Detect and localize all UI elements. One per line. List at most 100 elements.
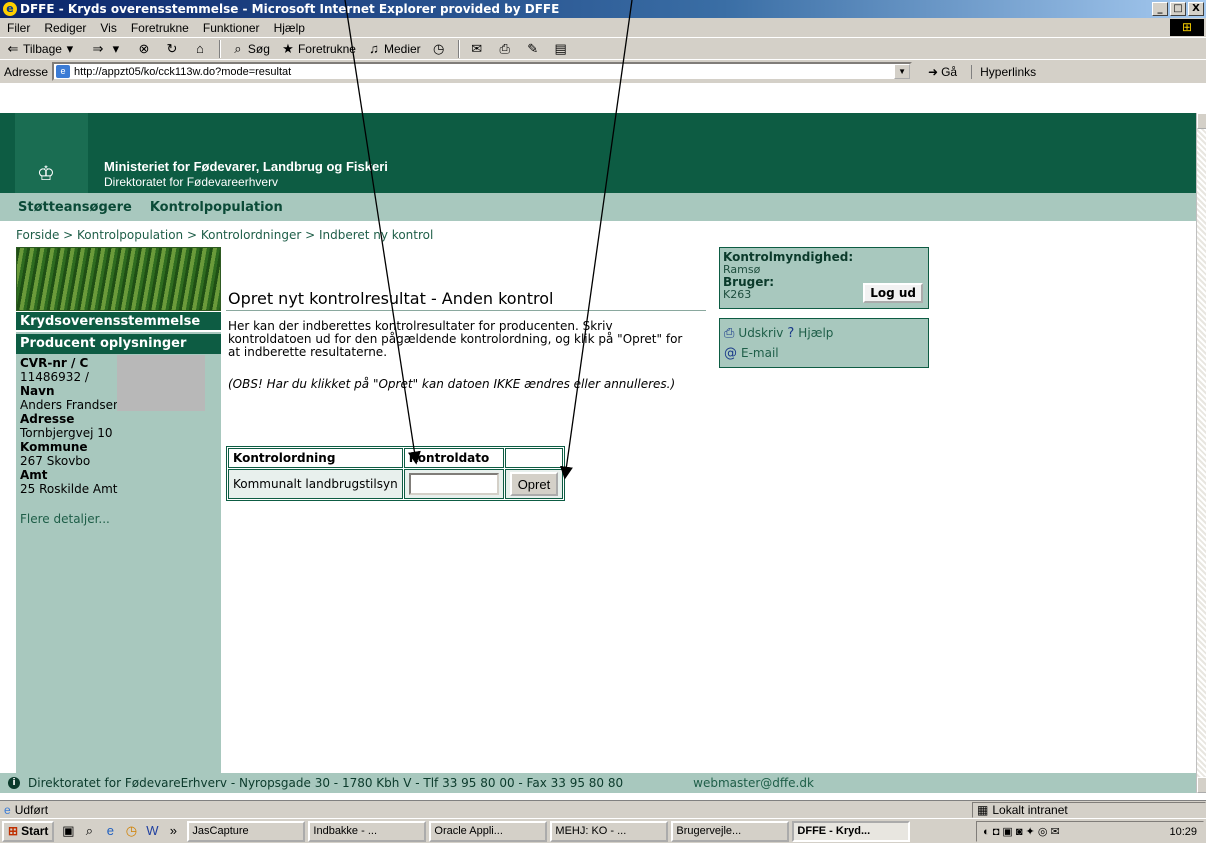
cvr-value: 11486932 / (20, 370, 89, 384)
go-button[interactable]: ➜ Gå (928, 65, 957, 79)
favorites-icon: ★ (282, 40, 294, 56)
task-button-indbakke[interactable]: Indbakke - ... (308, 820, 427, 842)
tools-row: ⎙ Udskriv ? Hjælp (724, 323, 924, 343)
browser-toolbar: ⇐ Tilbage ▾ ⇒ ▾ ⊗ ↻ ⌂ ⌕ Søg ★ Foretrukne… (0, 37, 1206, 59)
column-header-action (504, 448, 564, 468)
menu-foretrukne[interactable]: Foretrukne (124, 21, 196, 35)
media-button[interactable]: ♫ Medier (361, 39, 426, 59)
page-description: Her kan der indberettes kontrolresultate… (228, 319, 683, 359)
history-button[interactable]: ◷ (426, 39, 454, 59)
search-button[interactable]: ⌕ Søg (225, 39, 275, 59)
history-icon: ◷ (432, 40, 445, 56)
home-button[interactable]: ⌂ (187, 39, 215, 59)
system-tray: ◐ ◘ ▣ ◙ ✦ ◎ ✉ 10:29 (976, 821, 1204, 842)
more-details-link[interactable]: Flere detaljer... (20, 512, 217, 526)
ie-icon[interactable]: e (102, 823, 118, 839)
refresh-button[interactable]: ↻ (159, 39, 187, 59)
minimize-button[interactable]: _ (1152, 2, 1168, 16)
edit-icon: ✎ (527, 40, 539, 56)
vertical-scrollbar[interactable] (1196, 113, 1206, 793)
search-icon[interactable]: ⌕ (81, 823, 97, 839)
menu-rediger[interactable]: Rediger (37, 21, 93, 35)
name-label: Navn (20, 384, 55, 398)
email-link[interactable]: E-mail (741, 346, 779, 360)
edit-button[interactable]: ✎ (520, 39, 548, 59)
maximize-button[interactable]: □ (1170, 2, 1186, 16)
back-button[interactable]: ⇐ Tilbage ▾ (0, 39, 85, 59)
favorites-button[interactable]: ★ Foretrukne (275, 39, 361, 59)
mail-button[interactable]: ✉ (464, 39, 492, 59)
producer-sidebar: Krydsoverensstemmelse Producent oplysnin… (16, 312, 221, 773)
opret-button[interactable]: Opret (509, 472, 559, 496)
more-chevron[interactable]: » (165, 823, 181, 839)
close-button[interactable]: X (1188, 2, 1204, 16)
scroll-up-button[interactable] (1197, 113, 1206, 129)
links-button[interactable]: Hyperlinks (971, 64, 1036, 79)
stop-button[interactable]: ⊗ (131, 39, 159, 59)
scroll-down-button[interactable] (1197, 777, 1206, 793)
amt-value: 25 Roskilde Amt (20, 482, 118, 496)
task-button-mehj[interactable]: MEHJ: KO - ... (550, 820, 669, 842)
discuss-button[interactable]: ▤ (548, 39, 576, 59)
breadcrumb[interactable]: Forside > Kontrolpopulation > Kontrolord… (16, 228, 433, 242)
nav-kontrolpopulation[interactable]: Kontrolpopulation (150, 200, 283, 215)
address-label: Adresse (20, 412, 75, 426)
kommune-value: 267 Skovbo (20, 454, 91, 468)
zone-label: Lokalt intranet (992, 803, 1068, 817)
menu-hjaelp[interactable]: Hjælp (267, 21, 312, 35)
kontroldato-input[interactable] (408, 473, 499, 495)
footer-address: Direktoratet for FødevareErhverv - Nyrop… (28, 776, 624, 790)
task-button-oracle[interactable]: Oracle Appli... (429, 820, 548, 842)
tools-box: ⎙ Udskriv ? Hjælp @ E-mail (719, 318, 929, 368)
help-icon: ? (787, 325, 795, 341)
title-divider (226, 310, 706, 311)
help-link[interactable]: Hjælp (798, 326, 833, 340)
kontrol-table: Kontrolordning Kontroldato Kommunalt lan… (226, 446, 566, 501)
page-title: Opret nyt kontrolresultat - Anden kontro… (228, 289, 554, 308)
tray-icons[interactable]: ◐ ◘ ▣ ◙ ✦ ◎ ✉ (983, 825, 1060, 838)
mail-icon: ✉ (471, 40, 483, 56)
kommune-label: Kommune (20, 440, 88, 454)
window-titlebar[interactable]: e DFFE - Kryds overensstemmelse - Micros… (0, 0, 1206, 18)
address-dropdown-icon[interactable]: ▼ (894, 64, 911, 79)
address-label: Adresse (4, 64, 49, 79)
name-value: Anders Frandsen (20, 398, 121, 412)
crown-logo-icon: ♔ (37, 161, 55, 185)
webmaster-email-link[interactable]: webmaster@dffe.dk (693, 776, 814, 790)
menu-funktioner[interactable]: Funktioner (196, 21, 267, 35)
sidebar-section-producent[interactable]: Producent oplysninger (16, 334, 221, 354)
menu-vis[interactable]: Vis (93, 21, 123, 35)
forward-button[interactable]: ⇒ ▾ (85, 39, 131, 59)
windows-taskbar: ⊞ Start ▣ ⌕ e ◷ W » JasCapture Indbakke … (0, 818, 1206, 843)
address-input[interactable]: e http://appzt05/ko/cck113w.do?mode=resu… (52, 62, 913, 81)
cell-action: Opret (504, 469, 564, 499)
start-button[interactable]: ⊞ Start (2, 820, 55, 842)
task-button-dffe[interactable]: DFFE - Kryd... (792, 820, 911, 842)
task-button-brugervejledning[interactable]: Brugervejle... (671, 820, 790, 842)
amt-label: Amt (20, 468, 48, 482)
outlook-icon[interactable]: ◷ (123, 823, 139, 839)
authority-label: Kontrolmyndighed: (723, 250, 854, 264)
security-zone: ▦ Lokalt intranet (972, 802, 1206, 818)
search-icon: ⌕ (234, 40, 242, 56)
sidebar-section-krydsoverensstemmelse[interactable]: Krydsoverensstemmelse (16, 312, 221, 332)
quick-launch: ▣ ⌕ e ◷ W » (60, 823, 181, 839)
print-link[interactable]: Udskriv (738, 326, 783, 340)
desktop-icon[interactable]: ▣ (60, 823, 76, 839)
redaction-box (117, 355, 205, 411)
cvr-label: CVR-nr / C (20, 356, 89, 370)
back-arrow-icon: ⇐ (7, 40, 19, 56)
page-content: ♔ Ministeriet for Fødevarer, Landbrug og… (0, 113, 1196, 773)
print-button[interactable]: ⎙ (492, 39, 520, 59)
toolbar-separator (218, 39, 221, 58)
table-row: Kommunalt landbrugstilsyn Opret (228, 469, 564, 499)
cell-kontrolordning: Kommunalt landbrugstilsyn (228, 469, 403, 499)
logout-button[interactable]: Log ud (863, 283, 923, 303)
nav-stotteansogere[interactable]: Støtteansøgere (18, 200, 132, 215)
dropdown-icon: ▾ (112, 40, 120, 56)
word-icon[interactable]: W (144, 823, 160, 839)
task-button-jascapture[interactable]: JasCapture (187, 820, 306, 842)
site-banner: ♔ Ministeriet for Fødevarer, Landbrug og… (0, 113, 1196, 193)
address-value: Tornbjergvej 10 (20, 426, 113, 440)
menu-filer[interactable]: Filer (0, 21, 37, 35)
